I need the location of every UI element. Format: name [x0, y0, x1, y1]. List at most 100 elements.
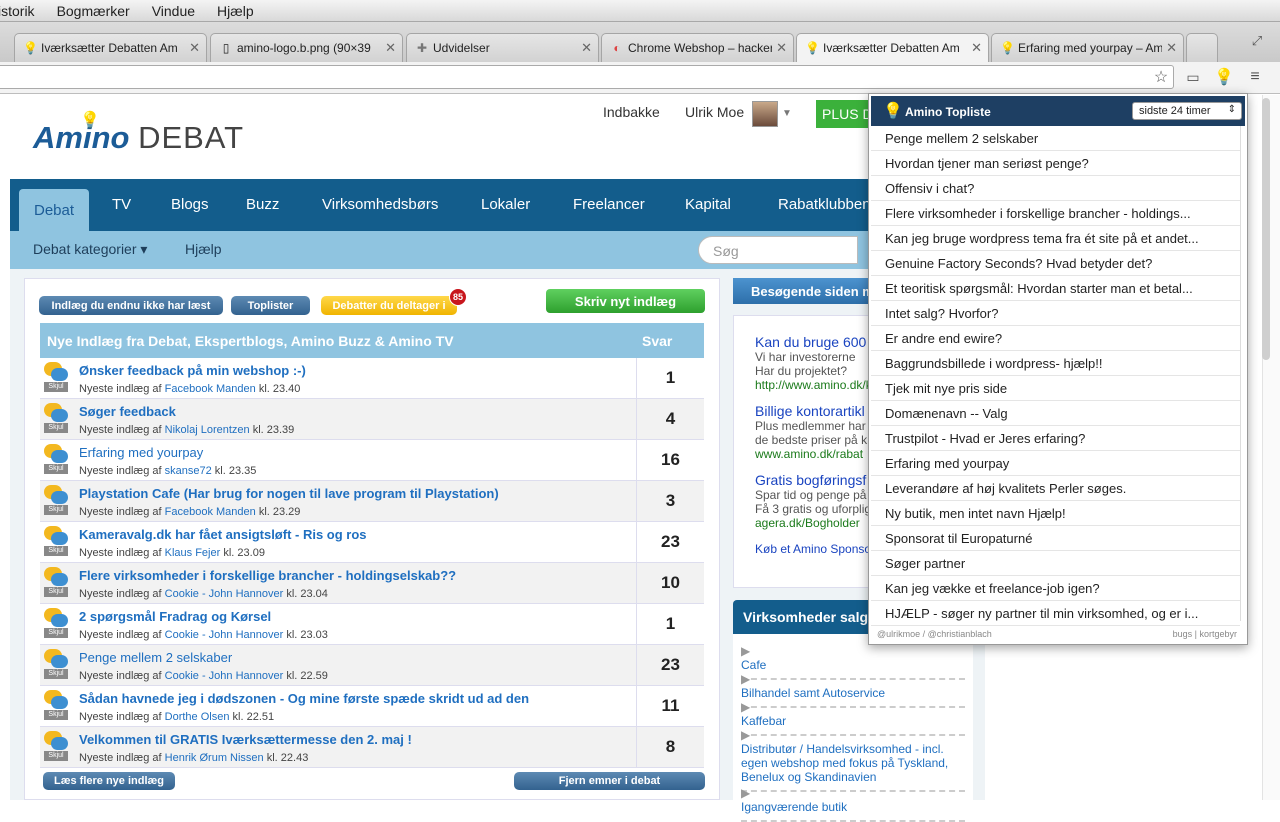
ad-item[interactable]: Gratis bogføringsf Spar tid og penge på … — [755, 472, 871, 530]
read-more-button[interactable]: Læs flere nye indlæg — [43, 772, 175, 790]
toplist-item[interactable]: Baggrundsbillede i wordpress- hjælp!! — [871, 351, 1240, 376]
post-title[interactable]: Erfaring med yourpay — [79, 445, 203, 460]
table-row[interactable]: Skjul Erfaring med yourpay Nyeste indlæg a… — [40, 440, 704, 481]
toplist-item[interactable]: Søger partner — [871, 551, 1240, 576]
company-item[interactable]: ▶Distributør / Handelsvirksomhed - incl.… — [741, 728, 965, 792]
post-author[interactable]: Facebook Manden — [165, 383, 256, 395]
ad-item[interactable]: Billige kontorartikl Plus medlemmer har … — [755, 403, 867, 461]
tab-rabatklubben[interactable]: Rabatklubben — [778, 196, 871, 213]
post-title[interactable]: Penge mellem 2 selskaber — [79, 650, 232, 665]
post-author[interactable]: Cookie - John Hannover — [165, 670, 284, 682]
user-name[interactable]: Ulrik Moe — [685, 104, 744, 120]
search-input[interactable]: Søg — [698, 236, 858, 264]
post-title[interactable]: 2 spørgsmål Fradrag og Kørsel — [79, 609, 271, 624]
table-row[interactable]: Skjul Penge mellem 2 selskaber Nyeste indl… — [40, 645, 704, 686]
cast-icon[interactable]: ▭ — [1182, 66, 1204, 88]
close-icon[interactable]: ✕ — [385, 40, 396, 56]
table-row[interactable]: Skjul Velkommen til GRATIS Iværksættermes… — [40, 727, 704, 768]
toplist-item[interactable]: HJÆLP - søger ny partner til min virksom… — [871, 601, 1240, 626]
unread-posts-button[interactable]: Indlæg du endnu ikke har læst — [39, 296, 223, 315]
hide-button[interactable]: Skjul — [44, 505, 68, 515]
hide-button[interactable]: Skjul — [44, 710, 68, 720]
table-row[interactable]: Skjul 2 spørgsmål Fradrag og Kørsel Nyeste… — [40, 604, 704, 645]
fullscreen-icon[interactable]: ⤢ — [1246, 30, 1268, 52]
hide-button[interactable]: Skjul — [44, 423, 68, 433]
toplist-item[interactable]: Flere virksomheder i forskellige branche… — [871, 201, 1240, 226]
toplist-item[interactable]: Kan jeg vække et freelance-job igen? — [871, 576, 1240, 601]
close-icon[interactable]: ✕ — [581, 40, 592, 56]
menu-window[interactable]: Vindue — [152, 3, 195, 19]
tab-debat[interactable]: Debat — [19, 189, 89, 231]
hide-button[interactable]: Skjul — [44, 382, 68, 392]
table-row[interactable]: Skjul Sådan havnede jeg i dødszonen - Og … — [40, 686, 704, 727]
avatar[interactable] — [752, 101, 778, 127]
popup-credits[interactable]: @ulrikmoe / @christianblach — [877, 629, 992, 639]
browser-tab-active[interactable]: 💡 Iværksætter Debatten Am ✕ — [796, 33, 989, 62]
post-title[interactable]: Kameravalg.dk har fået ansigtsløft - Ris… — [79, 527, 367, 542]
tab-blogs[interactable]: Blogs — [171, 196, 209, 213]
new-post-button[interactable]: Skriv nyt indlæg — [546, 289, 705, 313]
table-row[interactable]: Skjul Flere virksomheder i forskellige br… — [40, 563, 704, 604]
toplist-item[interactable]: Er andre end ewire? — [871, 326, 1240, 351]
browser-tab[interactable]: ▯ amino-logo.b.png (90×39 ✕ — [210, 33, 403, 62]
toplist-item[interactable]: Et teoritisk spørgsmål: Hvordan starter … — [871, 276, 1240, 301]
hide-button[interactable]: Skjul — [44, 464, 68, 474]
post-title[interactable]: Ønsker feedback på min webshop :-) — [79, 363, 306, 378]
company-item[interactable]: ▶Igangværende butik — [741, 786, 965, 822]
tab-virksomhedsbors[interactable]: Virksomhedsbørs — [322, 196, 438, 213]
popup-links[interactable]: bugs | kortgebyr — [1173, 629, 1237, 639]
post-author[interactable]: Klaus Fejer — [165, 547, 221, 559]
site-logo[interactable]: Amino DEBAT — [33, 120, 244, 156]
participating-button[interactable]: Debatter du deltager i — [321, 296, 457, 315]
help-link[interactable]: Hjælp — [185, 241, 222, 257]
toplist-item[interactable]: Sponsorat til Europaturné — [871, 526, 1240, 551]
plus-button[interactable]: PLUS D — [816, 100, 876, 128]
post-title[interactable]: Playstation Cafe (Har brug for nogen til… — [79, 486, 499, 501]
close-icon[interactable]: ✕ — [971, 40, 982, 56]
chevron-down-icon[interactable]: ▼ — [782, 108, 792, 119]
post-title[interactable]: Sådan havnede jeg i dødszonen - Og mine … — [79, 691, 529, 706]
post-author[interactable]: Cookie - John Hannover — [165, 588, 284, 600]
toplist-item[interactable]: Kan jeg bruge wordpress tema fra ét site… — [871, 226, 1240, 251]
hide-button[interactable]: Skjul — [44, 669, 68, 679]
hide-button[interactable]: Skjul — [44, 628, 68, 638]
tab-lokaler[interactable]: Lokaler — [481, 196, 530, 213]
toplist-item[interactable]: Genuine Factory Seconds? Hvad betyder de… — [871, 251, 1240, 276]
toplist-item[interactable]: Penge mellem 2 selskaber — [871, 126, 1240, 151]
close-icon[interactable]: ✕ — [1166, 40, 1177, 56]
toplist-item[interactable]: Tjek mit nye pris side — [871, 376, 1240, 401]
address-bar[interactable] — [0, 65, 1174, 89]
post-title[interactable]: Søger feedback — [79, 404, 176, 419]
remove-topics-button[interactable]: Fjern emner i debat — [514, 772, 705, 790]
menu-icon[interactable]: ≡ — [1244, 66, 1266, 88]
post-author[interactable]: Facebook Manden — [165, 506, 256, 518]
ad-item[interactable]: Kan du bruge 600 Vi har investorerne Har… — [755, 334, 872, 392]
toplist-item[interactable]: Erfaring med yourpay — [871, 451, 1240, 476]
menu-bookmarks[interactable]: Bogmærker — [57, 3, 130, 19]
buy-sponsor-link[interactable]: Køb et Amino Sponso — [755, 542, 871, 556]
close-icon[interactable]: ✕ — [776, 40, 787, 56]
post-title[interactable]: Flere virksomheder i forskellige branche… — [79, 568, 456, 583]
tab-kapital[interactable]: Kapital — [685, 196, 731, 213]
table-row[interactable]: Skjul Ønsker feedback på min webshop :-) N… — [40, 358, 704, 399]
bulb-extension-icon[interactable]: 💡 — [1213, 66, 1235, 88]
table-row[interactable]: Skjul Kameravalg.dk har fået ansigtsløft … — [40, 522, 704, 563]
post-author[interactable]: Nikolaj Lorentzen — [165, 424, 250, 436]
browser-tab[interactable]: ✚ Udvidelser ✕ — [406, 33, 599, 62]
page-scrollbar[interactable] — [1262, 98, 1270, 360]
table-row[interactable]: Skjul Søger feedback Nyeste indlæg af Niko… — [40, 399, 704, 440]
menu-help[interactable]: Hjælp — [217, 3, 254, 19]
hide-button[interactable]: Skjul — [44, 546, 68, 556]
tab-tv[interactable]: TV — [112, 196, 131, 213]
toplist-item[interactable]: Intet salg? Hvorfor? — [871, 301, 1240, 326]
toplist-item[interactable]: Leverandøre af høj kvalitets Perler søge… — [871, 476, 1240, 501]
tab-freelancer[interactable]: Freelancer — [573, 196, 645, 213]
table-row[interactable]: Skjul Playstation Cafe (Har brug for noge… — [40, 481, 704, 522]
post-author[interactable]: skanse72 — [165, 465, 212, 477]
timeframe-select[interactable]: sidste 24 timer ⇕ — [1132, 102, 1242, 120]
post-author[interactable]: Dorthe Olsen — [165, 711, 230, 723]
tab-buzz[interactable]: Buzz — [246, 196, 279, 213]
new-tab-button[interactable] — [1186, 33, 1218, 62]
toplist-item[interactable]: Trustpilot - Hvad er Jeres erfaring? — [871, 426, 1240, 451]
toplist-item[interactable]: Offensiv i chat? — [871, 176, 1240, 201]
